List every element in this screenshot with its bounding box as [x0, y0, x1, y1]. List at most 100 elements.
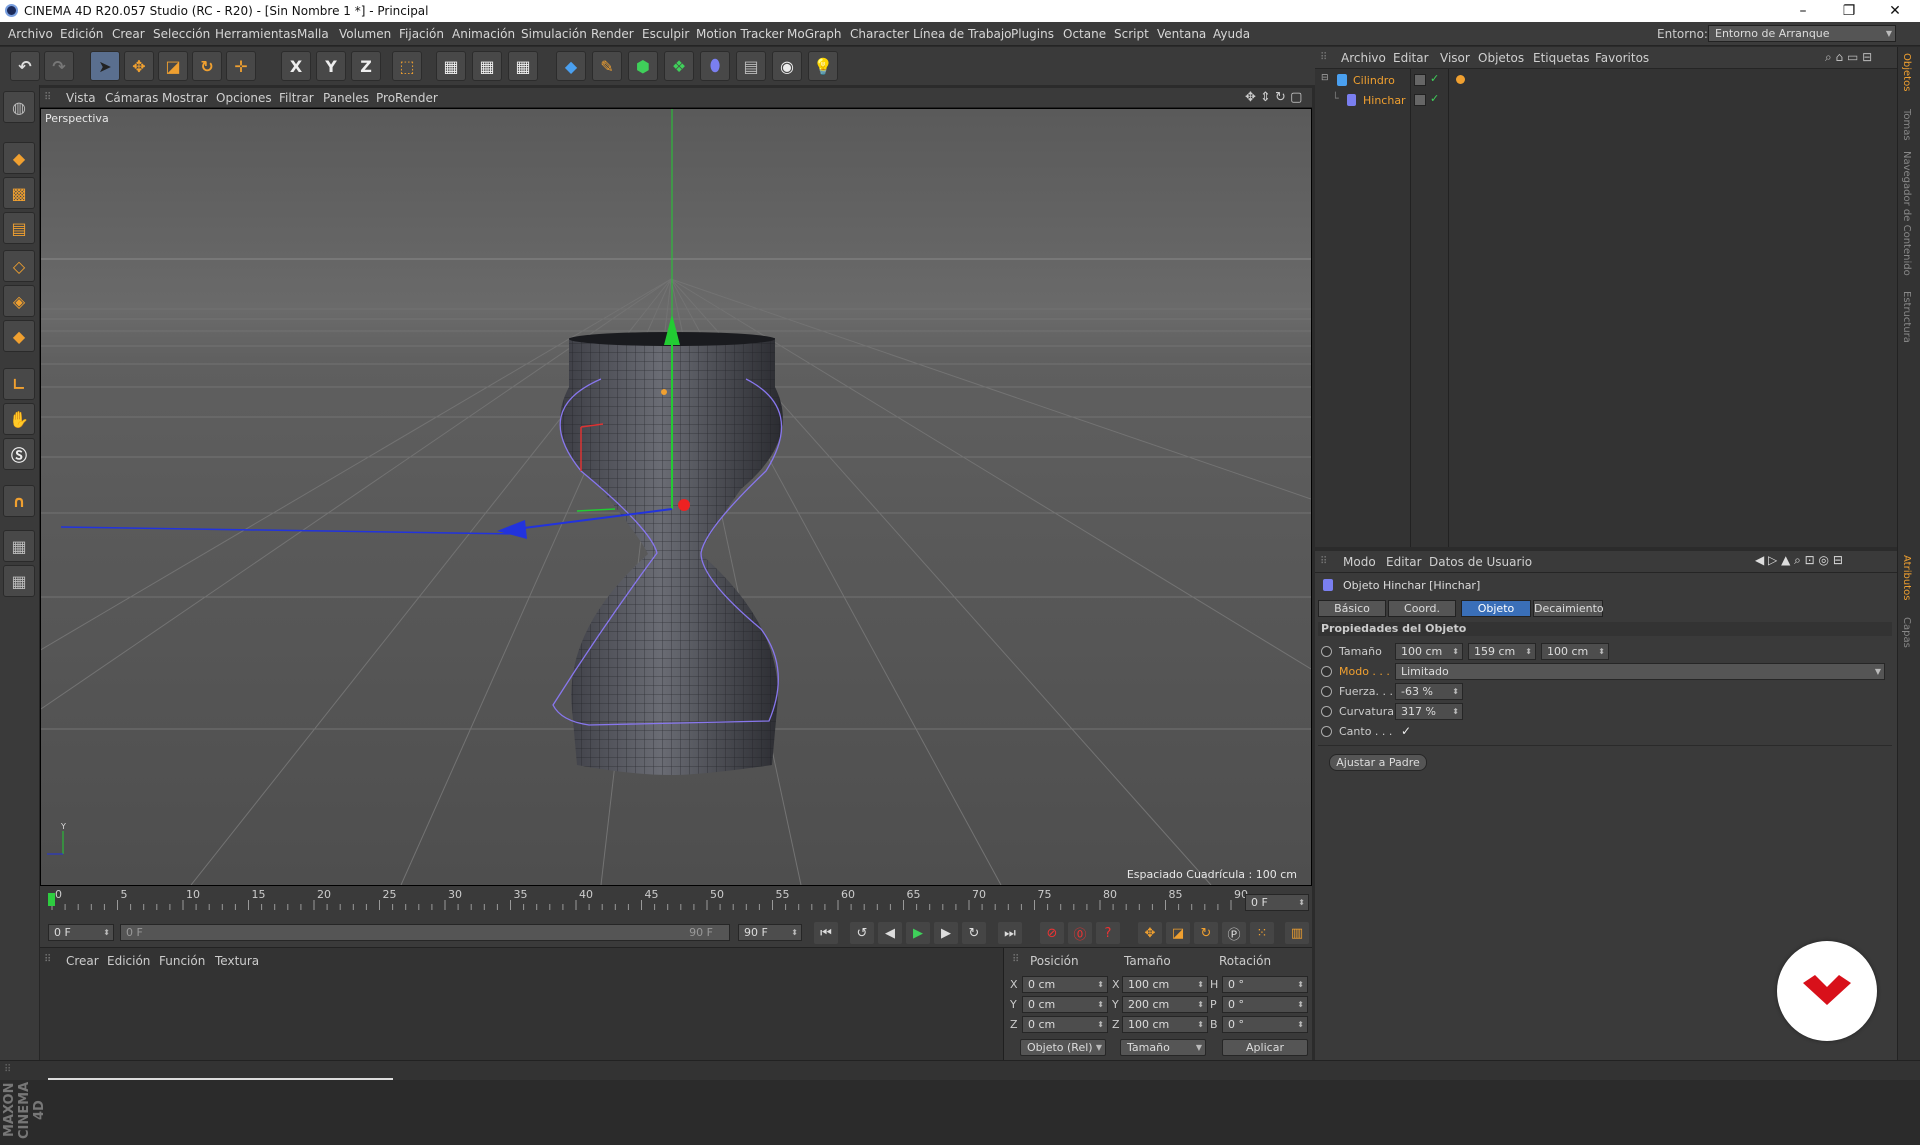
texture-mode-button[interactable]: ▩	[3, 177, 35, 209]
restore-button[interactable]: ❐	[1826, 0, 1872, 22]
rot-b-field[interactable]: 0 ° ⬍	[1222, 1016, 1308, 1033]
go-to-end-button[interactable]: ⏭	[998, 922, 1022, 944]
object-list[interactable]: ⊟ Cilindro ✓ └ Hinchar ✓	[1315, 69, 1897, 547]
key-parameter-button[interactable]: Ⓟ	[1222, 922, 1246, 944]
menu-edicion[interactable]: Edición	[60, 27, 103, 41]
snap-button[interactable]: Ⓢ	[3, 438, 35, 470]
autokey-button[interactable]: ⓪	[1068, 922, 1092, 944]
object-row-hinchar[interactable]: └ Hinchar ✓	[1315, 92, 1897, 111]
edit-render-settings-button[interactable]: ▦	[508, 51, 538, 81]
render-view-button[interactable]: ▦	[436, 51, 466, 81]
vp-menu-prorender[interactable]: ProRender	[376, 91, 438, 105]
pos-y-field[interactable]: 0 cm ⬍	[1022, 996, 1108, 1013]
axis-mode-button[interactable]: ∟	[3, 368, 35, 400]
edge-checkbox[interactable]: ✓	[1401, 724, 1411, 738]
layer-icon[interactable]	[1414, 74, 1426, 86]
phong-tag-icon[interactable]	[1456, 75, 1465, 84]
menu-ventana[interactable]: Ventana	[1157, 27, 1206, 41]
object-center-point[interactable]	[678, 499, 690, 511]
size-y-input[interactable]: 159 cm ⬍	[1468, 643, 1536, 660]
strength-input[interactable]: -63 % ⬍	[1395, 683, 1463, 700]
menu-malla[interactable]: Malla	[297, 27, 329, 41]
object-name-cilindro[interactable]: Cilindro	[1353, 74, 1395, 87]
start-frame-field[interactable]: 0 F ⬍	[48, 924, 114, 941]
menu-fijacion[interactable]: Fijación	[399, 27, 444, 41]
vp-menu-camaras[interactable]: Cámaras	[105, 91, 158, 105]
add-cube-button[interactable]: ◆	[556, 51, 586, 81]
workplane-align-button[interactable]: ▦	[3, 565, 35, 597]
mat-menu-textura[interactable]: Textura	[215, 954, 259, 968]
menu-character[interactable]: Character	[850, 27, 909, 41]
z-axis-lock-button[interactable]: Z	[351, 51, 381, 81]
key-rotation-button[interactable]: ↻	[1194, 922, 1218, 944]
coordinate-mode-select[interactable]: Objeto (Rel) ▼	[1020, 1039, 1106, 1056]
play-button[interactable]: ▶	[906, 922, 930, 944]
timeline-layout-button[interactable]: ▥	[1285, 922, 1309, 944]
am-menu-modo[interactable]: Modo	[1343, 555, 1376, 569]
animate-param-dot[interactable]	[1321, 726, 1332, 737]
menu-simulacion[interactable]: Simulación	[521, 27, 587, 41]
key-position-button[interactable]: ✥	[1138, 922, 1162, 944]
model-mode-button[interactable]: ◆	[3, 142, 35, 174]
menu-linea-de-trabajo[interactable]: Línea de Trabajo	[913, 27, 1012, 41]
size-mode-select[interactable]: Tamaño ▼	[1120, 1039, 1206, 1056]
close-button[interactable]: ✕	[1872, 0, 1918, 22]
menu-seleccion[interactable]: Selección	[153, 27, 210, 41]
size-x-field[interactable]: 100 cm ⬍	[1122, 976, 1208, 993]
vtab-capas[interactable]: Capas	[1901, 617, 1912, 648]
animate-param-dot[interactable]	[1321, 686, 1332, 697]
redo-button[interactable]: ↷	[44, 51, 74, 81]
am-menu-datos-de-usuario[interactable]: Datos de Usuario	[1429, 555, 1532, 569]
vtab-objetos[interactable]: Objetos	[1901, 53, 1912, 91]
add-generator-button[interactable]: ⬢	[628, 51, 658, 81]
am-menu-editar[interactable]: Editar	[1386, 555, 1422, 569]
current-frame-field[interactable]: 0 F ⬍	[1245, 894, 1309, 911]
size-y-field[interactable]: 200 cm ⬍	[1122, 996, 1208, 1013]
om-menu-etiquetas[interactable]: Etiquetas	[1533, 51, 1590, 65]
menu-esculpir[interactable]: Esculpir	[642, 27, 689, 41]
minimize-button[interactable]: –	[1780, 0, 1826, 22]
rot-h-field[interactable]: 0 ° ⬍	[1222, 976, 1308, 993]
workplane-button[interactable]: ▤	[3, 212, 35, 244]
tab-objeto[interactable]: Objeto	[1461, 600, 1531, 617]
vp-menu-opciones[interactable]: Opciones	[216, 91, 272, 105]
viewport-navigation-icons[interactable]: ✥ ⇕ ↻ ▢	[1245, 90, 1302, 105]
om-menu-archivo[interactable]: Archivo	[1341, 51, 1386, 65]
y-axis-lock-button[interactable]: Y	[316, 51, 346, 81]
pos-x-field[interactable]: 0 cm ⬍	[1022, 976, 1108, 993]
add-light-button[interactable]: 💡	[808, 51, 838, 81]
apply-button[interactable]: Aplicar	[1222, 1039, 1308, 1056]
perspective-viewport[interactable]: Y Perspectiva Espaciado Cuadrícula : 100…	[40, 108, 1312, 886]
om-menu-visor[interactable]: Visor	[1440, 51, 1470, 65]
polygons-mode-button[interactable]: ◆	[3, 320, 35, 352]
go-to-start-button[interactable]: ⏮	[814, 922, 838, 944]
layer-icon[interactable]	[1414, 94, 1426, 106]
workplane-lock-button[interactable]: ▦	[3, 530, 35, 562]
menu-animacion[interactable]: Animación	[452, 27, 515, 41]
vtab-navegador[interactable]: Navegador de Contenido	[1901, 151, 1912, 276]
menu-ayuda[interactable]: Ayuda	[1213, 27, 1250, 41]
deformer-handle[interactable]	[661, 389, 667, 395]
coordinate-system-button[interactable]: ⬚	[392, 51, 422, 81]
object-row-cilindro[interactable]: ⊟ Cilindro ✓	[1315, 72, 1897, 91]
move-tool-button[interactable]: ✥	[124, 51, 154, 81]
add-floor-button[interactable]: ▤	[736, 51, 766, 81]
menu-octane[interactable]: Octane	[1063, 27, 1106, 41]
menu-mograph[interactable]: MoGraph	[787, 27, 842, 41]
tab-decaimiento[interactable]: Decaimiento	[1533, 600, 1604, 617]
enabled-check-icon[interactable]: ✓	[1430, 92, 1439, 105]
menu-script[interactable]: Script	[1114, 27, 1149, 41]
add-camera-button[interactable]: ◉	[772, 51, 802, 81]
rot-p-field[interactable]: 0 ° ⬍	[1222, 996, 1308, 1013]
pos-z-field[interactable]: 0 cm ⬍	[1022, 1016, 1108, 1033]
menu-render[interactable]: Render	[591, 27, 634, 41]
key-pla-button[interactable]: ⁙	[1250, 922, 1274, 944]
undo-button[interactable]: ↶	[10, 51, 40, 81]
fit-to-parent-button[interactable]: Ajustar a Padre	[1329, 754, 1427, 771]
keyframe-selection-button[interactable]: ?	[1096, 922, 1120, 944]
rotate-tool-button[interactable]: ↻	[192, 51, 222, 81]
timeline-ruler[interactable]: 0 5 10 15 20 25 30 35 40 45 50 55 60 65 70 75 80 85 90 0 F…	[40, 886, 1312, 918]
menu-plugins[interactable]: Plugins	[1011, 27, 1054, 41]
menu-motion-tracker[interactable]: Motion Tracker	[696, 27, 784, 41]
end-frame-field[interactable]: 90 F ⬍	[738, 924, 802, 941]
